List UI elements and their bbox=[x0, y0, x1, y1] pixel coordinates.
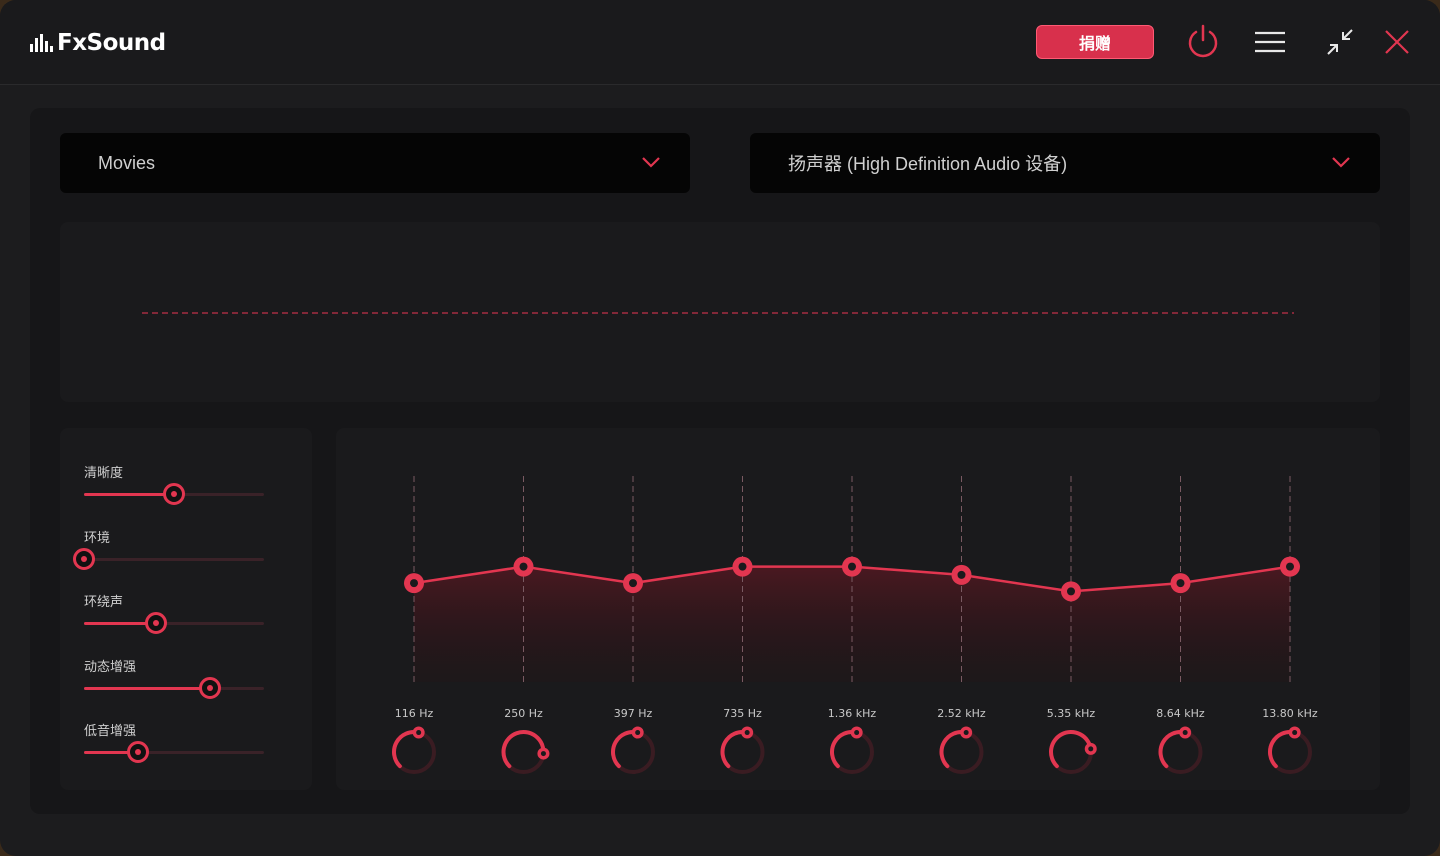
eq-band-knob[interactable] bbox=[1268, 726, 1312, 774]
eq-band-knob[interactable] bbox=[392, 726, 436, 774]
eq-band-handle[interactable] bbox=[1061, 581, 1081, 602]
eq-band-knob[interactable] bbox=[1049, 730, 1097, 774]
eq-band-label: 250 Hz bbox=[504, 707, 543, 720]
effect-slider-fill bbox=[84, 686, 210, 690]
effect-slider-thumb[interactable] bbox=[127, 741, 149, 763]
minimize-icon[interactable] bbox=[1320, 22, 1360, 62]
power-icon[interactable] bbox=[1183, 22, 1223, 62]
eq-band-handle[interactable] bbox=[513, 556, 534, 577]
eq-band-knob[interactable] bbox=[1158, 726, 1203, 774]
effect-label: 动态增强 bbox=[84, 659, 137, 675]
effect-label: 低音增强 bbox=[84, 724, 137, 739]
effect-slider-thumb[interactable] bbox=[163, 483, 185, 505]
effect-slider[interactable] bbox=[73, 547, 264, 570]
eq-band-label: 397 Hz bbox=[613, 707, 653, 720]
eq-band-label: 2.52 kHz bbox=[937, 707, 986, 720]
preset-select-value: Movies bbox=[98, 152, 156, 173]
app-logo: FxSound bbox=[30, 28, 166, 58]
effect-slider[interactable] bbox=[84, 741, 264, 763]
eq-band-handle[interactable] bbox=[1170, 573, 1191, 594]
eq-band-label: 13.80 kHz bbox=[1262, 707, 1318, 720]
audio-visualizer bbox=[60, 222, 1380, 402]
eq-band-handle[interactable] bbox=[842, 556, 862, 577]
logo-bars-icon bbox=[30, 34, 53, 52]
eq-band-handle[interactable] bbox=[623, 573, 643, 594]
close-icon[interactable] bbox=[1377, 22, 1417, 62]
eq-band-knob[interactable] bbox=[611, 726, 655, 774]
eq-band-knob[interactable] bbox=[939, 726, 984, 774]
equalizer-graph bbox=[392, 476, 1312, 774]
eq-band-label: 5.35 kHz bbox=[1046, 707, 1096, 720]
chevron-down-icon bbox=[1332, 157, 1350, 168]
fxsound-window: FxSound 捐赠 Movies 扬声器 (High Definition A… bbox=[0, 0, 1440, 856]
eq-band-knob[interactable] bbox=[830, 726, 874, 774]
effect-label: 环境 bbox=[84, 530, 111, 546]
output-device-value: 扬声器 (High Definition Audio 设备) bbox=[788, 154, 1068, 174]
effect-slider-thumb[interactable] bbox=[73, 547, 95, 570]
eq-band-handle[interactable] bbox=[404, 573, 424, 594]
effect-slider[interactable] bbox=[84, 676, 264, 699]
effects-panel: 清晰度环境环绕声动态增强低音增强 bbox=[60, 428, 312, 790]
title-bar: FxSound 捐赠 bbox=[0, 0, 1440, 85]
output-device-select[interactable]: 扬声器 (High Definition Audio 设备) bbox=[750, 133, 1380, 193]
eq-band-handle[interactable] bbox=[732, 556, 753, 577]
effect-slider-thumb[interactable] bbox=[199, 676, 221, 699]
chevron-down-icon bbox=[642, 157, 660, 168]
effect-slider[interactable] bbox=[84, 612, 264, 634]
effect-label: 环绕声 bbox=[84, 595, 124, 610]
eq-band-knob[interactable] bbox=[501, 730, 550, 774]
eq-band-label: 116 Hz bbox=[394, 707, 434, 720]
effect-label: 清晰度 bbox=[84, 466, 124, 481]
eq-band-handle[interactable] bbox=[1280, 556, 1300, 577]
app-name: FxSound bbox=[57, 30, 166, 56]
eq-band-label: 1.36 kHz bbox=[827, 707, 877, 720]
eq-band-handle[interactable] bbox=[951, 564, 972, 585]
effect-slider-fill bbox=[84, 493, 174, 496]
donate-button[interactable]: 捐赠 bbox=[1036, 25, 1154, 59]
effect-slider-thumb[interactable] bbox=[145, 612, 167, 634]
equalizer-panel: 116 Hz 250 Hz 397 Hz 735 Hz 1.36 kHz 2.52 kHz… bbox=[336, 428, 1380, 790]
preset-select[interactable]: Movies bbox=[60, 133, 690, 193]
hamburger-menu-icon[interactable] bbox=[1250, 22, 1290, 62]
eq-band-knob[interactable] bbox=[720, 726, 765, 774]
eq-band-label: 8.64 kHz bbox=[1156, 707, 1205, 720]
eq-band-label: 735 Hz bbox=[723, 707, 762, 720]
effect-slider[interactable] bbox=[84, 483, 264, 505]
